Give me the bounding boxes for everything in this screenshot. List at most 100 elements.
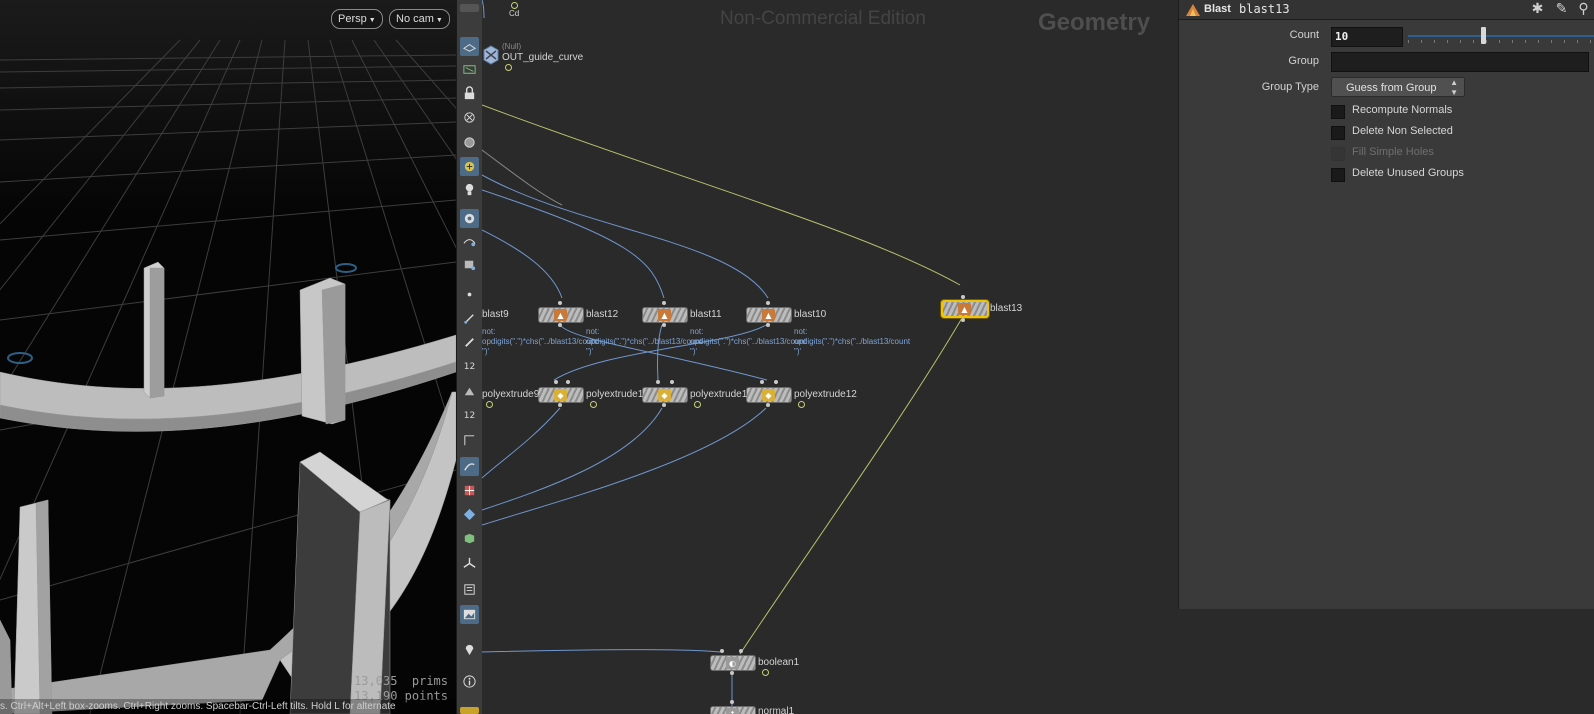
input-port[interactable] bbox=[566, 380, 570, 384]
ghost-icon[interactable] bbox=[460, 133, 479, 152]
polyextrude1a-label: polyextrude1 bbox=[586, 389, 644, 400]
blast12-node[interactable]: ▲ bbox=[538, 307, 584, 323]
polyextrude1a-node[interactable]: ◆ bbox=[642, 387, 688, 403]
output-port[interactable] bbox=[730, 671, 734, 675]
layout-icon[interactable] bbox=[460, 505, 479, 524]
null-type-label: (Null) bbox=[502, 42, 522, 51]
input-port[interactable] bbox=[554, 380, 558, 384]
blast12-label: blast12 bbox=[586, 309, 619, 320]
output-port[interactable] bbox=[662, 403, 666, 407]
blast13-node[interactable]: ▲ bbox=[941, 300, 989, 318]
cube-icon[interactable] bbox=[460, 529, 479, 548]
handle-icon[interactable] bbox=[460, 255, 479, 274]
polyextrude12-node[interactable]: ◆ bbox=[746, 387, 792, 403]
info-icon[interactable] bbox=[460, 672, 479, 691]
input-port[interactable] bbox=[766, 301, 770, 305]
camera-menu-button[interactable]: No cam ▼ bbox=[389, 9, 450, 29]
parameter-header: Blast blast13 ✱ ✎ ⚲ bbox=[1179, 0, 1594, 20]
tool12-icon[interactable]: 12 bbox=[460, 357, 479, 376]
display-icon[interactable] bbox=[460, 157, 479, 176]
tool12b-icon[interactable]: 12 bbox=[460, 406, 479, 425]
delete-non-selected-checkbox[interactable] bbox=[1331, 126, 1345, 140]
scene-icon[interactable] bbox=[460, 232, 479, 251]
normal1-node[interactable]: ↑ bbox=[710, 706, 756, 714]
persp-menu-button[interactable]: Persp ▼ bbox=[331, 9, 383, 29]
uv-icon[interactable] bbox=[460, 481, 479, 500]
pen-icon[interactable] bbox=[460, 333, 479, 352]
blast10-comment: not: opdigits(".")*chs("../blast13/count… bbox=[794, 327, 911, 356]
input-port[interactable] bbox=[730, 700, 734, 704]
draw-icon[interactable] bbox=[460, 457, 479, 476]
snap-icon[interactable] bbox=[460, 108, 479, 127]
image-icon[interactable] bbox=[460, 605, 479, 624]
blast9-comment: not: opdigits(".")*chs("../blast13/count… bbox=[482, 327, 599, 356]
blast12-comment: not: opdigits(".")*chs("../blast13/count… bbox=[586, 327, 703, 356]
normal1-label: normal1 bbox=[758, 706, 795, 714]
view-icon[interactable] bbox=[460, 60, 479, 79]
blast11-comment: not: opdigits(".")*chs("../blast13/count… bbox=[690, 327, 807, 356]
count-slider[interactable] bbox=[1408, 27, 1594, 44]
tool12b-badge: 12 bbox=[463, 410, 476, 421]
pin-icon[interactable] bbox=[460, 640, 479, 659]
angle-icon[interactable] bbox=[460, 431, 479, 450]
count-field[interactable]: 10 bbox=[1331, 27, 1403, 47]
input-port[interactable] bbox=[720, 649, 724, 653]
normal-icon: ↑ bbox=[726, 708, 739, 714]
viewport-toolbar: 12 12 bbox=[456, 0, 483, 714]
node-flag-dot bbox=[798, 401, 805, 408]
group-field[interactable] bbox=[1331, 52, 1589, 72]
lock-icon[interactable] bbox=[460, 84, 479, 103]
input-port[interactable] bbox=[774, 380, 778, 384]
polyextrude9-node[interactable]: ◆ bbox=[538, 387, 584, 403]
blast11-node[interactable]: ▲ bbox=[642, 307, 688, 323]
polyextrude1b-label: polyextrude1 bbox=[690, 389, 748, 400]
delete-unused-groups-checkbox[interactable] bbox=[1331, 168, 1345, 182]
output-port[interactable] bbox=[662, 323, 666, 327]
blast-icon: ▲ bbox=[762, 309, 775, 321]
brush-icon[interactable] bbox=[460, 309, 479, 328]
transform-icon[interactable] bbox=[460, 554, 479, 573]
output-port[interactable] bbox=[558, 403, 562, 407]
camera-label: No cam bbox=[396, 13, 434, 25]
output-port[interactable] bbox=[766, 403, 770, 407]
viewer-icon[interactable] bbox=[460, 580, 479, 599]
slider-thumb[interactable] bbox=[1480, 27, 1486, 44]
input-port[interactable] bbox=[662, 301, 666, 305]
boolean-icon: ◐ bbox=[726, 657, 739, 669]
recompute-normals-checkbox[interactable] bbox=[1331, 105, 1345, 119]
blast-icon: ▲ bbox=[958, 303, 971, 315]
blast11-label: blast11 bbox=[690, 309, 722, 320]
toolbar-handle[interactable] bbox=[460, 4, 479, 12]
null-node[interactable] bbox=[483, 45, 499, 65]
skeleton-icon[interactable] bbox=[460, 180, 479, 199]
input-port[interactable] bbox=[760, 380, 764, 384]
persp-label: Persp bbox=[338, 13, 367, 25]
slider-ticks bbox=[1408, 40, 1594, 43]
output-port[interactable] bbox=[766, 323, 770, 327]
blast10-node[interactable]: ▲ bbox=[746, 307, 792, 323]
paint-icon[interactable] bbox=[460, 382, 479, 401]
input-port[interactable] bbox=[558, 301, 562, 305]
group-type-dropdown[interactable]: Guess from Group ▲ ▼ bbox=[1331, 77, 1465, 97]
boolean1-node[interactable]: ◐ bbox=[710, 655, 756, 671]
select-icon[interactable] bbox=[460, 37, 479, 56]
node-flag-dot bbox=[505, 64, 512, 71]
brush-icon[interactable]: ✎ bbox=[1553, 1, 1570, 18]
input-port[interactable] bbox=[656, 380, 660, 384]
camera-icon[interactable] bbox=[460, 209, 479, 228]
input-port[interactable] bbox=[961, 295, 965, 299]
toolbar-bottom-handle[interactable] bbox=[460, 707, 479, 714]
output-port[interactable] bbox=[558, 323, 562, 327]
node-flag-dot bbox=[511, 2, 518, 9]
null-name-label: OUT_guide_curve bbox=[502, 52, 584, 63]
input-port[interactable] bbox=[670, 380, 674, 384]
scene-viewport[interactable]: Persp ▼ No cam ▼ 13,035 prims 13,190 point… bbox=[0, 0, 456, 714]
node-name-field[interactable]: blast13 bbox=[1239, 2, 1290, 16]
gear-icon[interactable]: ✱ bbox=[1529, 1, 1546, 18]
blast13-label: blast13 bbox=[990, 303, 1023, 314]
point-icon[interactable] bbox=[460, 285, 479, 304]
search-icon[interactable]: ⚲ bbox=[1575, 1, 1592, 18]
input-port[interactable] bbox=[739, 649, 743, 653]
output-port[interactable] bbox=[961, 318, 965, 322]
fill-simple-holes-checkbox bbox=[1331, 147, 1345, 161]
